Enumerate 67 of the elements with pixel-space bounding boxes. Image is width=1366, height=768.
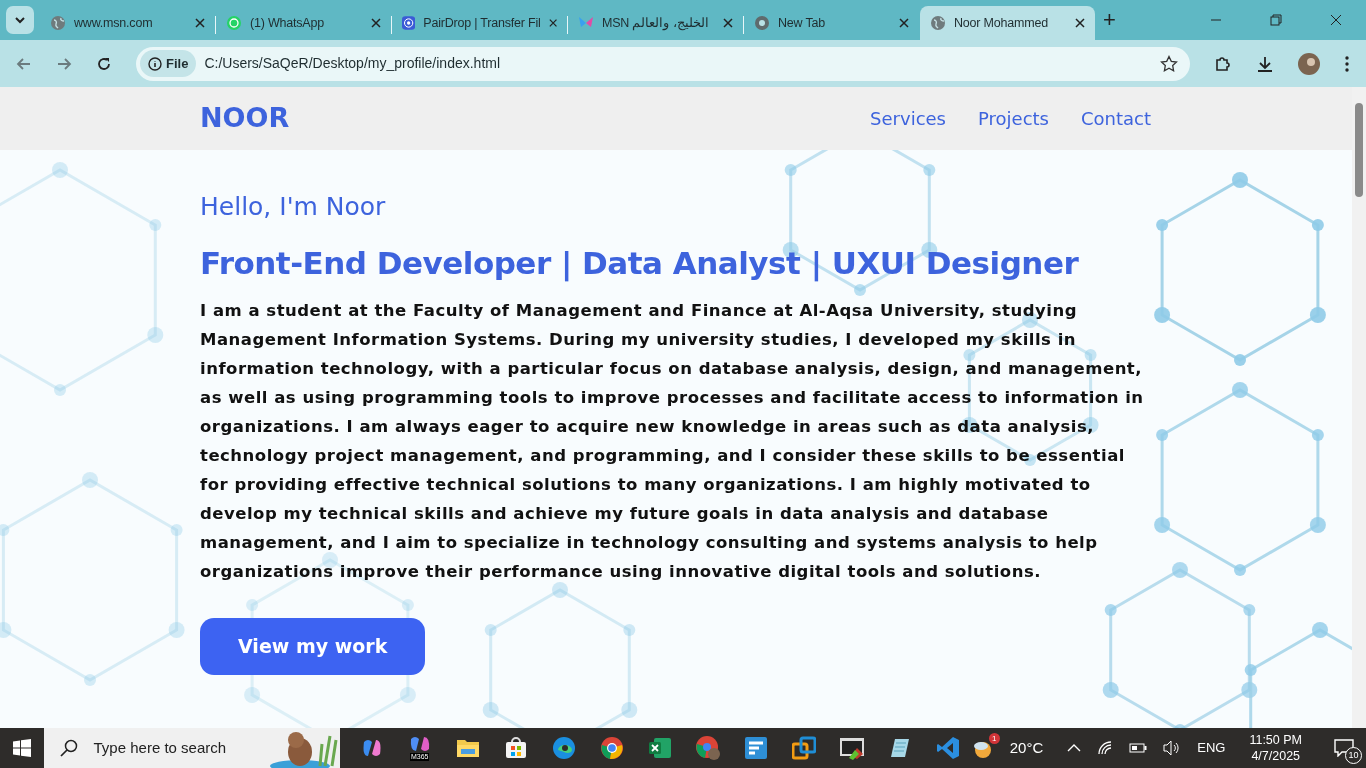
greeting-text: Hello, I'm Noor (200, 191, 387, 223)
nav-link[interactable]: Services (870, 105, 946, 132)
view-work-button[interactable]: View my work (200, 618, 426, 675)
close-icon[interactable] (899, 18, 909, 28)
close-icon[interactable] (195, 18, 205, 28)
brand-logo[interactable]: NOOR (200, 98, 290, 139)
close-icon[interactable] (548, 18, 557, 28)
nav-link[interactable]: Projects (978, 105, 1049, 132)
browser-tab[interactable]: New Tab (744, 6, 919, 40)
tab-title: www.msn.com (74, 14, 153, 32)
restore-icon[interactable] (1270, 14, 1282, 26)
battery-icon[interactable] (1129, 742, 1148, 754)
url-text: C:/Users/SaQeR/Desktop/my_profile/index.html (204, 54, 501, 73)
info-icon (148, 56, 162, 71)
close-icon[interactable] (1075, 18, 1085, 28)
tab-title: New Tab (778, 14, 825, 32)
close-icon[interactable] (723, 18, 733, 28)
close-icon[interactable] (371, 18, 381, 28)
menu-icon[interactable] (1344, 54, 1350, 73)
notepad-icon[interactable] (888, 737, 911, 759)
star-icon[interactable] (1160, 54, 1178, 73)
back-icon[interactable] (16, 55, 32, 72)
download-icon[interactable] (1256, 54, 1274, 73)
puzzle-icon[interactable] (1214, 54, 1232, 73)
globe-icon (50, 15, 66, 31)
store-icon[interactable] (504, 737, 527, 759)
tab-search-button[interactable] (6, 6, 34, 34)
notification-count: 10 (1345, 747, 1362, 764)
code-editor-icon[interactable] (935, 736, 960, 760)
browser-tab[interactable]: MSN الخليج، والعالم (568, 6, 743, 40)
forward-icon[interactable] (56, 55, 72, 72)
temperature-text: 20°C (1009, 737, 1044, 758)
chat-bubble-icon (226, 15, 242, 31)
browser-tab[interactable]: www.msn.com (40, 6, 215, 40)
address-bar[interactable]: File C:/Users/SaQeR/Desktop/my_profile/index.html (136, 46, 1190, 81)
wifi-icon[interactable] (1097, 740, 1114, 756)
signal-icon (402, 15, 416, 31)
notification-badge: 1 (988, 733, 1000, 744)
terminal-icon[interactable] (838, 736, 865, 760)
edge-icon[interactable] (551, 736, 576, 760)
clock-date[interactable]: 4/7/2025 (1251, 748, 1301, 764)
new-tab-button[interactable]: + (1103, 8, 1116, 32)
site-info-chip[interactable]: File (140, 49, 197, 78)
reload-icon[interactable] (96, 55, 112, 72)
nav-link[interactable]: Contact (1080, 105, 1151, 132)
spreadsheet-icon[interactable] (647, 737, 672, 759)
browser-tab[interactable]: (1) WhatsApp (216, 6, 391, 40)
language-indicator[interactable]: ENG (1197, 738, 1226, 758)
tab-title: PairDrop | Transfer Fil (423, 14, 541, 32)
browser-tab[interactable]: Noor Mohammed (920, 6, 1095, 40)
taskbar-search-field[interactable]: Type here to search (43, 728, 340, 768)
speaker-icon[interactable] (1163, 740, 1182, 756)
chevron-up-icon[interactable] (1067, 743, 1082, 753)
tab-title: (1) WhatsApp (250, 14, 325, 32)
headline: Front-End Developer | Data Analyst | UXUI Designer (200, 243, 1080, 284)
tab-title: MSN الخليج، والعالم (602, 14, 709, 33)
globe-icon (930, 15, 946, 31)
avatar[interactable] (1298, 52, 1320, 75)
close-icon[interactable] (1330, 14, 1342, 26)
bio-paragraph: I am a student at the Faculty of Management and Finance at Al-Aqsa University, studying Management Information Systems. During my university studies, I developed my skills in information technology, with a particular focus on database analysis, design, and management, as well as using programming tools to improve processes and facilitate access to information in organizations. I am always eager to acquire new knowledge in areas such as data analysis, technology project management, and programming, and I consider these skills to be essential for providing effective technical solutions to many organizations. I am highly motivated to develop my technical skills and achieve my future goals in data analysis and database management, and I aim to specialize in technology consulting and systems analysis to help organizations improve their performance using innovative digital tools and solutions. (200, 300, 1145, 583)
start-button[interactable] (12, 739, 31, 757)
search-icon (59, 739, 78, 757)
folder-icon[interactable] (455, 737, 480, 759)
clock-time[interactable]: 11:50 PM (1249, 732, 1302, 748)
browser-tab[interactable]: PairDrop | Transfer Fil (392, 6, 567, 40)
tab-title: Noor Mohammed (954, 14, 1048, 32)
search-placeholder: Type here to search (93, 737, 227, 758)
